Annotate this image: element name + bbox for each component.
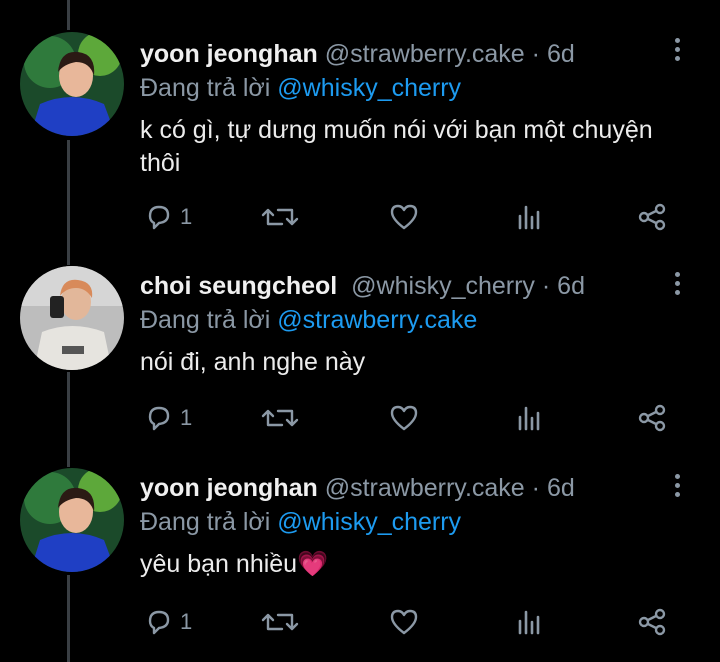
action-bar: 1: [140, 199, 680, 235]
display-name[interactable]: yoon jeonghan: [140, 474, 318, 502]
timestamp[interactable]: 6d: [557, 272, 585, 300]
reply-prefix: Đang trả lời: [140, 306, 271, 334]
tweet[interactable]: yoon jeonghan @strawberry.cake · 6d Đang…: [0, 32, 720, 242]
like-button[interactable]: [388, 199, 420, 235]
tweet-text: nói đi, anh nghe này: [140, 348, 366, 376]
analytics-icon: [518, 205, 540, 230]
retweet-icon: [261, 409, 299, 427]
tweet[interactable]: choi seungcheol @whisky_cherry · 6d Đang…: [0, 266, 720, 466]
tweet-text: yêu bạn nhiều💗: [140, 550, 329, 578]
like-icon: [390, 609, 418, 635]
avatar[interactable]: [20, 468, 124, 572]
tweet[interactable]: yoon jeonghan @strawberry.cake · 6d Đang…: [0, 468, 720, 662]
reply-count: 1: [180, 204, 193, 229]
mention-link[interactable]: @strawberry.cake: [277, 306, 477, 334]
reply-button[interactable]: 1: [144, 604, 192, 640]
avatar[interactable]: [20, 32, 124, 136]
share-icon: [638, 608, 666, 636]
reply-button[interactable]: 1: [144, 199, 192, 235]
separator: ·: [541, 272, 551, 300]
like-icon: [390, 405, 418, 431]
replying-to: Đang trả lời @whisky_cherry: [140, 74, 461, 103]
analytics-button[interactable]: [515, 400, 545, 436]
analytics-button[interactable]: [515, 199, 545, 235]
mention-link[interactable]: @whisky_cherry: [277, 74, 461, 102]
like-button[interactable]: [388, 604, 420, 640]
reply-icon: [148, 406, 170, 431]
share-icon: [638, 404, 666, 432]
timestamp[interactable]: 6d: [547, 40, 575, 68]
reply-count: 1: [180, 609, 193, 634]
analytics-button[interactable]: [515, 604, 545, 640]
share-icon: [638, 203, 666, 231]
reply-prefix: Đang trả lời: [140, 74, 271, 102]
separator: ·: [531, 474, 540, 502]
reply-icon: [148, 205, 170, 230]
user-handle[interactable]: @whisky_cherry: [351, 272, 535, 300]
retweet-button[interactable]: [260, 199, 300, 235]
reply-prefix: Đang trả lời: [140, 508, 271, 536]
analytics-icon: [518, 406, 540, 431]
reply-button[interactable]: 1: [144, 400, 192, 436]
mention-link[interactable]: @whisky_cherry: [277, 508, 461, 536]
replying-to: Đang trả lời @strawberry.cake: [140, 306, 477, 335]
user-handle[interactable]: @strawberry.cake: [325, 474, 525, 502]
share-button[interactable]: [636, 604, 668, 640]
display-name[interactable]: choi seungcheol: [140, 272, 337, 300]
retweet-button[interactable]: [260, 604, 300, 640]
reply-count: 1: [180, 405, 193, 430]
more-icon[interactable]: [670, 38, 684, 65]
tweet-header: yoon jeonghan @strawberry.cake · 6d: [140, 40, 575, 74]
retweet-icon: [261, 208, 299, 226]
display-name[interactable]: yoon jeonghan: [140, 40, 318, 68]
analytics-icon: [518, 610, 540, 635]
avatar[interactable]: [20, 266, 124, 370]
share-button[interactable]: [636, 199, 668, 235]
timestamp[interactable]: 6d: [547, 474, 575, 502]
tweet-text: k có gì, tự dưng muốn nói với bạn một ch…: [140, 116, 653, 177]
separator: ·: [531, 40, 540, 68]
tweet-header: choi seungcheol @whisky_cherry · 6d: [140, 272, 585, 306]
user-handle[interactable]: @strawberry.cake: [325, 40, 525, 68]
more-icon[interactable]: [670, 474, 684, 501]
share-button[interactable]: [636, 400, 668, 436]
more-icon[interactable]: [670, 272, 684, 299]
action-bar: 1: [140, 604, 680, 640]
retweet-button[interactable]: [260, 400, 300, 436]
tweet-header: yoon jeonghan @strawberry.cake · 6d: [140, 474, 575, 508]
thread-line: [67, 0, 70, 30]
retweet-icon: [261, 613, 299, 631]
replying-to: Đang trả lời @whisky_cherry: [140, 508, 461, 537]
like-icon: [390, 204, 418, 230]
reply-icon: [148, 610, 170, 635]
action-bar: 1: [140, 400, 680, 436]
like-button[interactable]: [388, 400, 420, 436]
